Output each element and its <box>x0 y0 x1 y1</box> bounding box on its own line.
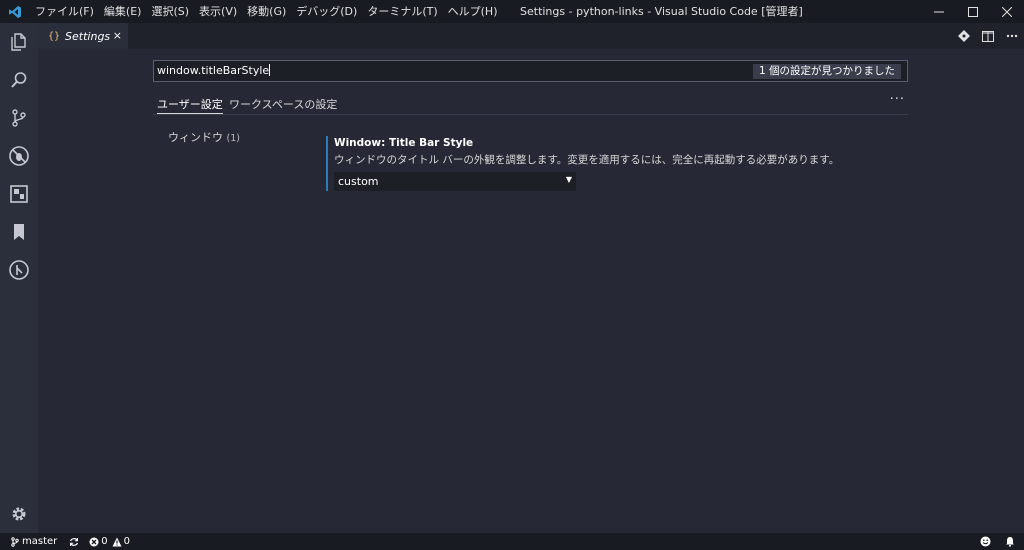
title-bar: ファイル(F) 編集(E) 選択(S) 表示(V) 移動(G) デバッグ(D) … <box>0 0 1024 23</box>
explorer-icon[interactable] <box>0 23 38 61</box>
chevron-down-icon: ▼ <box>565 175 572 184</box>
bookmarks-icon[interactable] <box>0 213 38 251</box>
open-changes-icon[interactable] <box>952 23 976 49</box>
maximize-icon[interactable] <box>956 0 990 23</box>
json-braces-icon: {} <box>48 31 61 42</box>
extensions-icon[interactable] <box>0 175 38 213</box>
vscode-logo-icon <box>0 0 30 23</box>
status-bar: master 0 0 <box>0 533 1024 550</box>
settings-search-input[interactable]: window.titleBarStyle 1 個の設定が見つかりました <box>153 60 908 82</box>
tab-user-settings[interactable]: ユーザー設定 <box>157 96 223 114</box>
menu-edit[interactable]: 編集(E) <box>99 0 147 23</box>
branch-indicator[interactable]: master <box>0 533 60 550</box>
more-options-icon[interactable]: ··· <box>890 92 905 107</box>
warning-count: 0 <box>123 536 131 547</box>
close-icon[interactable] <box>990 0 1024 23</box>
setting-description: ウィンドウのタイトル バーの外観を調整します。変更を適用するには、完全に再起動す… <box>334 154 840 166</box>
settings-scope-tabs: ユーザー設定 ワークスペースの設定 ··· <box>153 92 908 115</box>
git-history-icon[interactable] <box>0 251 38 289</box>
source-control-icon[interactable] <box>0 99 38 137</box>
menu-bar: ファイル(F) 編集(E) 選択(S) 表示(V) 移動(G) デバッグ(D) … <box>30 0 503 23</box>
branch-name: master <box>22 536 58 547</box>
warning-icon <box>112 537 122 546</box>
debug-icon[interactable] <box>0 137 38 175</box>
menu-go[interactable]: 移動(G) <box>242 0 291 23</box>
editor-actions <box>952 23 1024 49</box>
feedback-smiley-icon[interactable] <box>977 533 994 550</box>
error-icon <box>89 537 99 546</box>
split-editor-icon[interactable] <box>976 23 1000 49</box>
select-value: custom <box>338 175 379 188</box>
menu-selection[interactable]: 選択(S) <box>146 0 194 23</box>
window-title: Settings - python-links - Visual Studio … <box>520 5 803 18</box>
sync-icon[interactable] <box>66 533 82 550</box>
search-result-count: 1 個の設定が見つかりました <box>752 64 901 79</box>
tab-settings[interactable]: {} Settings × <box>38 23 128 49</box>
menu-terminal[interactable]: ターミナル(T) <box>362 0 442 23</box>
window-controls <box>922 0 1024 23</box>
toc-label: ウィンドウ <box>168 131 223 144</box>
search-icon[interactable] <box>0 61 38 99</box>
tab-workspace-settings[interactable]: ワークスペースの設定 <box>229 96 337 114</box>
setting-title: Window: Title Bar Style <box>334 137 474 149</box>
minimize-icon[interactable] <box>922 0 956 23</box>
menu-debug[interactable]: デバッグ(D) <box>291 0 362 23</box>
toc-item-window[interactable]: ウィンドウ (1) <box>168 129 240 145</box>
toc-count: (1) <box>226 133 240 144</box>
tab-close-icon[interactable]: × <box>113 29 122 42</box>
more-actions-icon[interactable] <box>1000 23 1024 49</box>
notifications-bell-icon[interactable] <box>1002 533 1018 550</box>
problems-indicator[interactable]: 0 0 <box>86 533 133 550</box>
menu-file[interactable]: ファイル(F) <box>30 0 99 23</box>
setting-item-title-bar-style: Window: Title Bar Style ウィンドウのタイトル バーの外観… <box>326 136 840 191</box>
search-value: window.titleBarStyle <box>157 64 271 77</box>
title-bar-style-select[interactable]: custom ▼ <box>334 172 576 191</box>
activity-bar <box>0 23 38 533</box>
menu-help[interactable]: ヘルプ(H) <box>443 0 503 23</box>
menu-view[interactable]: 表示(V) <box>194 0 242 23</box>
error-count: 0 <box>101 536 108 547</box>
tab-label: Settings <box>65 30 111 43</box>
settings-editor: window.titleBarStyle 1 個の設定が見つかりました ユーザー… <box>38 49 1024 533</box>
tab-bar: {} Settings × <box>38 23 1024 49</box>
git-branch-icon <box>11 536 19 547</box>
settings-gear-icon[interactable] <box>0 495 38 533</box>
